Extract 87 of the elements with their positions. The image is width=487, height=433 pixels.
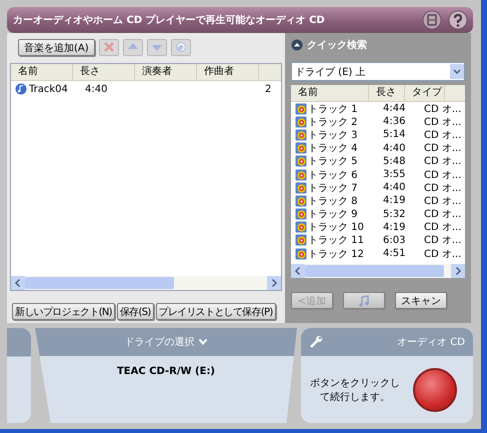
down-arrow-icon: [150, 42, 163, 52]
table-cell-text: 5:14: [383, 129, 406, 140]
scroll-left-icon[interactable]: [11, 276, 25, 290]
horizontal-scrollbar[interactable]: [291, 264, 465, 278]
column-header[interactable]: 名前: [11, 64, 73, 80]
panel-title: クイック検索: [307, 38, 367, 52]
table-cell-text: 5:48: [383, 156, 406, 167]
table-cell-text: CD オ...: [424, 102, 462, 116]
column-header[interactable]: 長さ: [369, 85, 405, 101]
track-row[interactable]: トラック 1 4:44 CD オ...: [291, 102, 465, 116]
table-cell-text: 4:36: [383, 116, 406, 128]
table-cell-text: CD オ...: [424, 182, 462, 195]
add-music-button[interactable]: 音楽を追加(A): [18, 38, 95, 56]
column-header[interactable]: 演奏者: [135, 64, 197, 80]
collapse-icon[interactable]: [291, 39, 303, 51]
table-cell-text: 4:51: [383, 248, 406, 260]
track-row[interactable]: トラック 10 4:19 CD オ...: [291, 220, 465, 234]
hint-text: ボタンをクリックして続行します。: [309, 376, 401, 404]
table-cell-text: CD オ...: [424, 248, 462, 261]
table-cell-text: CD オ...: [424, 194, 462, 208]
table-cell-text: CD オ...: [424, 168, 462, 182]
horizontal-scrollbar[interactable]: [11, 276, 281, 290]
table-cell-text: 3:55: [383, 169, 406, 180]
table-cell-text: トラック 7: [308, 182, 359, 195]
music-file-icon: [15, 83, 27, 95]
track-row[interactable]: トラック 8 4:19 CD オ...: [291, 194, 465, 208]
panel-title: オーディオ CD: [397, 336, 465, 349]
track-row[interactable]: トラック 6 3:55 CD オ...: [291, 168, 465, 182]
table-cell-text: トラック 3: [308, 128, 359, 142]
table-cell-text: 4:40: [383, 142, 406, 154]
refresh-icon: [174, 41, 187, 53]
table-cell-text: トラック 11: [308, 234, 365, 248]
table-cell-text: CD オ...: [424, 142, 462, 156]
table-cell-text: トラック 8: [308, 194, 359, 208]
track-row[interactable]: トラック 11 6:03 CD オ...: [291, 234, 465, 248]
help-icon[interactable]: [448, 10, 468, 30]
table-cell-text: トラック 12: [308, 248, 365, 261]
table-cell-text: トラック 1: [308, 102, 359, 116]
wrench-icon[interactable]: [309, 335, 323, 349]
table-cell-text: トラック 2: [308, 116, 359, 129]
close-icon: [104, 42, 114, 52]
track-row[interactable]: トラック 5 5:48 CD オ...: [291, 154, 465, 168]
track-row[interactable]: トラック 9 5:32 CD オ...: [291, 208, 465, 221]
table-cell-text: CD オ...: [424, 234, 462, 248]
column-header[interactable]: 作曲者: [197, 64, 259, 80]
table-cell-text: トラック 10: [308, 221, 365, 234]
scroll-right-icon[interactable]: [267, 276, 281, 290]
drive-dropdown[interactable]: ドライブ (E) 上: [291, 62, 465, 81]
table-cell-text: 4:44: [383, 103, 406, 114]
project-button[interactable]: 保存(S): [116, 303, 154, 320]
scroll-left-icon[interactable]: [291, 264, 305, 278]
table-cell-text: CD オ...: [424, 221, 462, 234]
track-row[interactable]: Track04 4:40 2: [11, 81, 281, 97]
music-note-icon: [358, 294, 370, 306]
table-cell-text: 4:40: [383, 182, 406, 194]
table-cell-text: トラック 5: [308, 155, 359, 168]
track-row[interactable]: トラック 3 5:14 CD オ...: [291, 128, 465, 142]
track-row[interactable]: トラック 2 4:36 CD オ...: [291, 115, 465, 128]
table-cell-text: トラック 9: [308, 208, 359, 222]
burn-button[interactable]: [413, 368, 457, 412]
track-row[interactable]: トラック 4 4:40 CD オ...: [291, 142, 465, 155]
column-header[interactable]: 名前: [291, 85, 369, 101]
table-cell-text: CD オ...: [424, 116, 462, 129]
table-cell-text: 4:19: [383, 222, 406, 233]
project-button[interactable]: プレイリストとして保存(P): [156, 303, 276, 320]
column-header[interactable]: 長さ: [73, 64, 135, 80]
table-cell-text: CD オ...: [424, 155, 462, 168]
track-row[interactable]: トラック 12 4:51 CD オ...: [291, 247, 465, 260]
table-cell-text: トラック 4: [308, 142, 359, 156]
panel-button[interactable]: スキャン: [395, 292, 447, 309]
drive-name: TEAC CD-R/W (E:): [116, 366, 216, 377]
table-cell-text: 5:32: [383, 208, 406, 220]
table-cell-text: 6:03: [383, 234, 406, 246]
chevron-down-icon: [198, 338, 208, 346]
scroll-right-icon[interactable]: [451, 264, 465, 278]
window-title: カーオーディオやホーム CD プレイヤーで再生可能なオーディオ CD: [13, 13, 326, 27]
table-cell-text: 2: [265, 84, 272, 94]
table-cell-text: 4:19: [383, 195, 406, 206]
table-cell-text: CD オ...: [424, 128, 462, 142]
track-row[interactable]: トラック 7 4:40 CD オ...: [291, 181, 465, 194]
table-cell-text: Track04: [29, 84, 69, 94]
column-header[interactable]: タイプ: [405, 85, 445, 101]
table-cell-text: トラック 6: [308, 168, 359, 182]
table-cell-text: CD オ...: [424, 208, 462, 222]
up-arrow-icon: [126, 42, 139, 52]
table-cell-text: 4:40: [85, 84, 108, 94]
project-button[interactable]: 新しいプロジェクト(N): [12, 303, 115, 320]
